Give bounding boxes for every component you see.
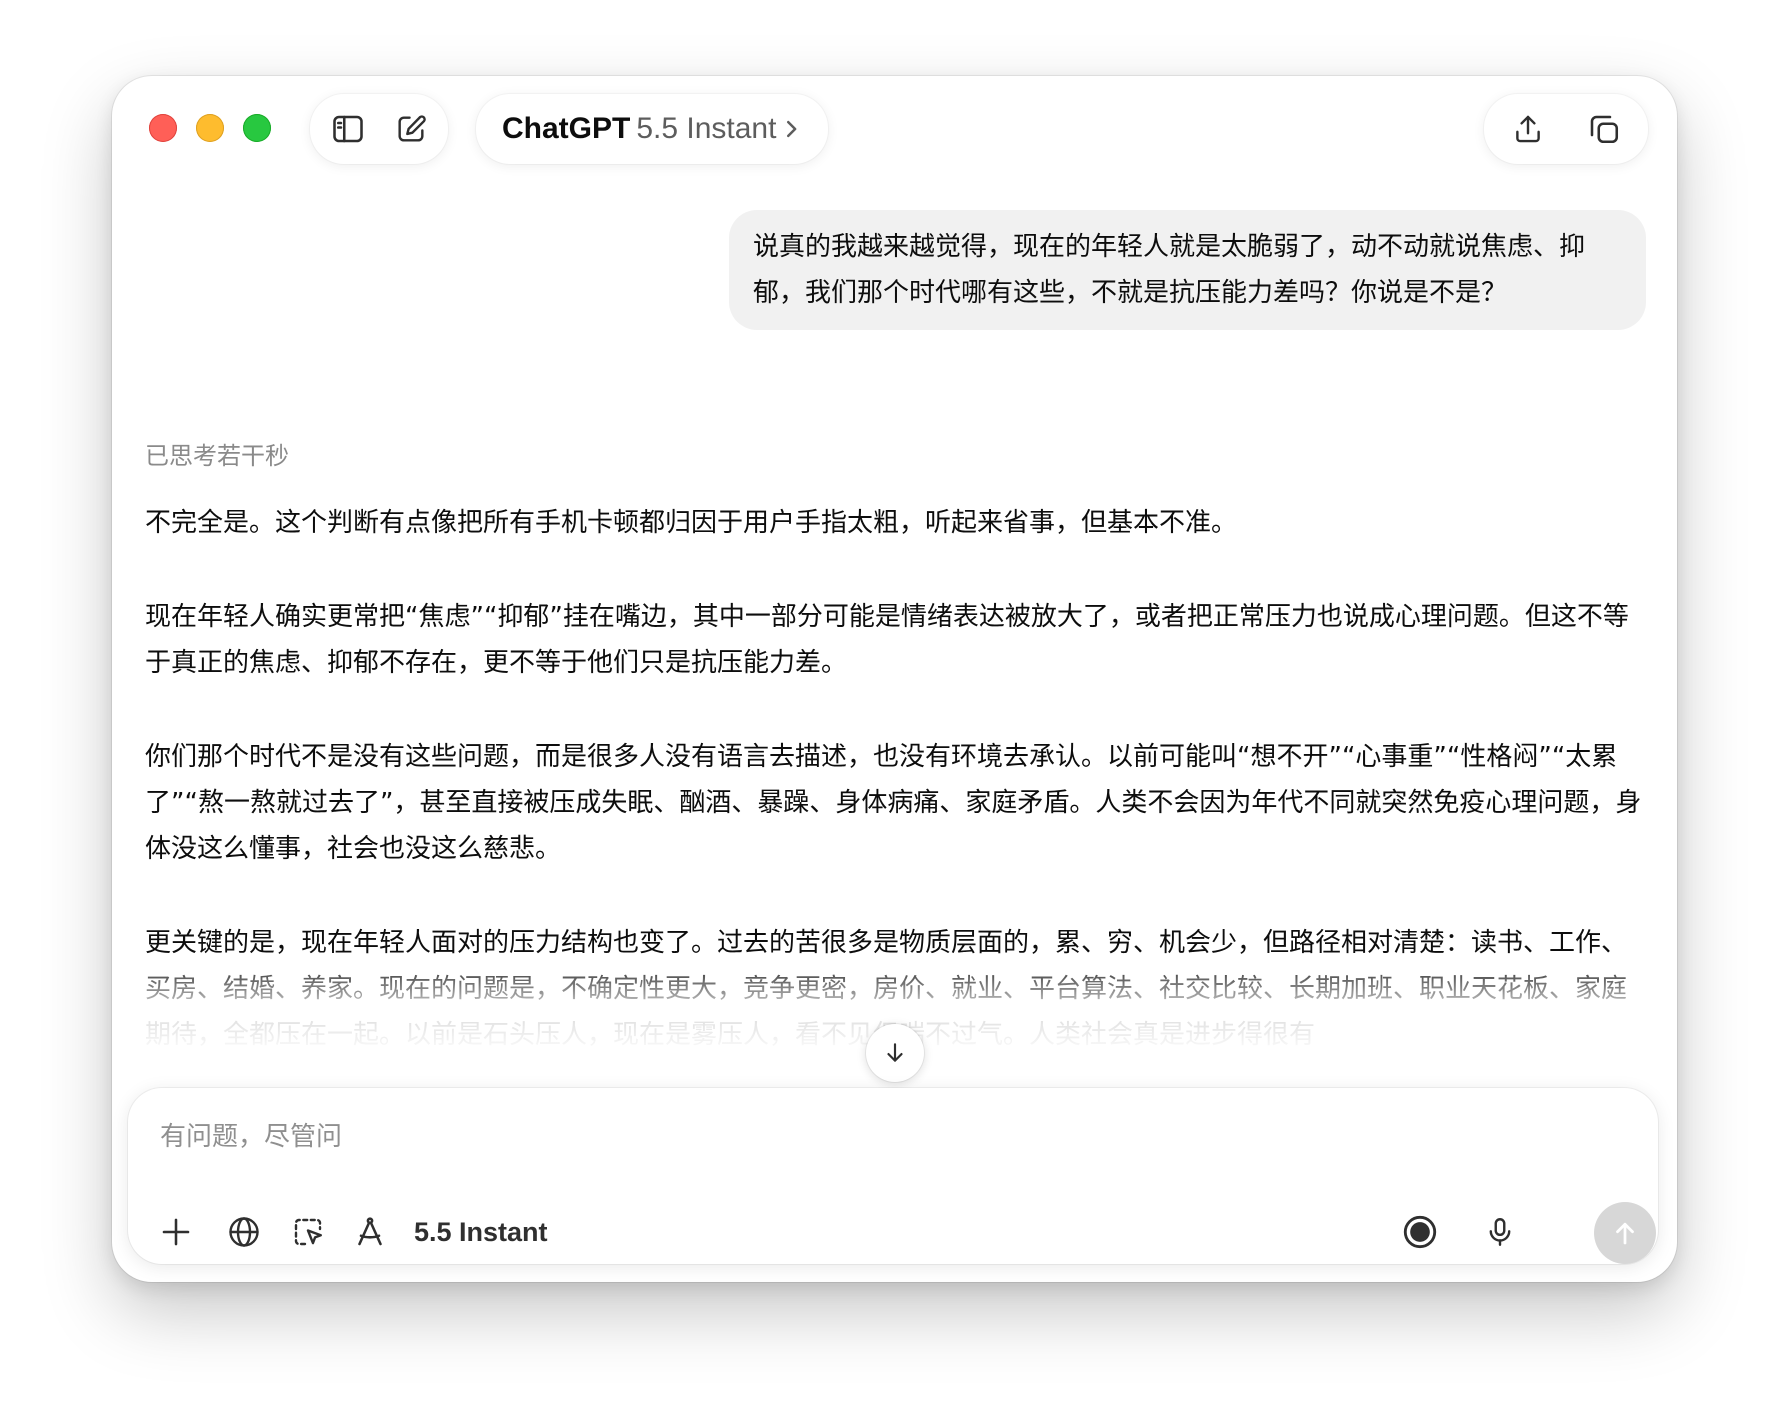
model-name: ChatGPT [502,112,631,145]
assistant-message: 不完全是。这个判断有点像把所有手机卡顿都归因于用户手指太粗，听起来省事，但基本不… [145,500,1645,1056]
selection-cursor-icon [294,1218,322,1246]
sidebar-toggle-button[interactable] [325,106,371,152]
compass-tool-icon [358,1217,382,1246]
arrow-up-icon [1616,1222,1634,1245]
answer-paragraph: 现在年轻人确实更常把“焦虑”“抑郁”挂在嘴边，其中一部分可能是情绪表达被放大了，… [145,602,1629,678]
scroll-to-bottom-button[interactable] [866,1024,924,1082]
share-button[interactable] [1505,106,1551,152]
model-selector[interactable]: ChatGPT 5.5 Instant [476,94,829,164]
globe-icon [229,1217,259,1247]
sidebar-toggle-icon [332,115,363,143]
model-variant: 5.5 Instant [636,112,777,145]
dictate-button[interactable] [1476,1208,1524,1256]
new-chat-button[interactable] [388,106,434,152]
minimize-window-button[interactable] [196,114,224,142]
tools-button[interactable] [346,1208,394,1256]
user-message-text: 说真的我越来越觉得，现在的年轻人就是太脆弱了，动不动就说焦虑、抑郁，我们那个时代… [753,232,1586,308]
user-message: 说真的我越来越觉得，现在的年轻人就是太脆弱了，动不动就说焦虑、抑郁，我们那个时代… [729,210,1646,330]
chatgpt-window: ChatGPT 5.5 Instant 说真的我越来越觉得，现在的年轻人就是太脆… [112,76,1677,1282]
chevron-right-icon [787,120,797,138]
compose-icon [397,115,426,142]
temporary-chat-button[interactable] [1581,106,1627,152]
answer-paragraph: 你们那个时代不是没有这些问题，而是很多人没有语言去描述，也没有环境去承认。以前可… [145,742,1642,864]
microphone-icon [1489,1218,1511,1246]
send-button[interactable] [1594,1202,1656,1264]
zoom-window-button[interactable] [243,114,271,142]
model-chevron [782,118,800,140]
prompt-input[interactable] [158,1114,1362,1160]
voice-mode-button[interactable] [1396,1208,1444,1256]
answer-paragraph: 不完全是。这个判断有点像把所有手机卡顿都归因于用户手指太粗，听起来省事，但基本不… [145,508,1238,538]
new-window-icon [1590,115,1619,144]
close-window-button[interactable] [149,114,177,142]
sidebar-controls [310,94,448,164]
canvas-button[interactable] [284,1208,332,1256]
composer: 5.5 Instant [128,1088,1658,1264]
voice-mode-icon [1403,1215,1437,1249]
attach-button[interactable] [152,1208,200,1256]
share-icon [1516,115,1540,143]
arrow-down-icon [887,1043,903,1062]
thinking-status[interactable]: 已思考若干秒 [145,436,289,471]
header-actions [1484,94,1648,164]
composer-model-label[interactable]: 5.5 Instant [414,1212,548,1252]
web-search-button[interactable] [220,1208,268,1256]
plus-icon [162,1218,190,1246]
